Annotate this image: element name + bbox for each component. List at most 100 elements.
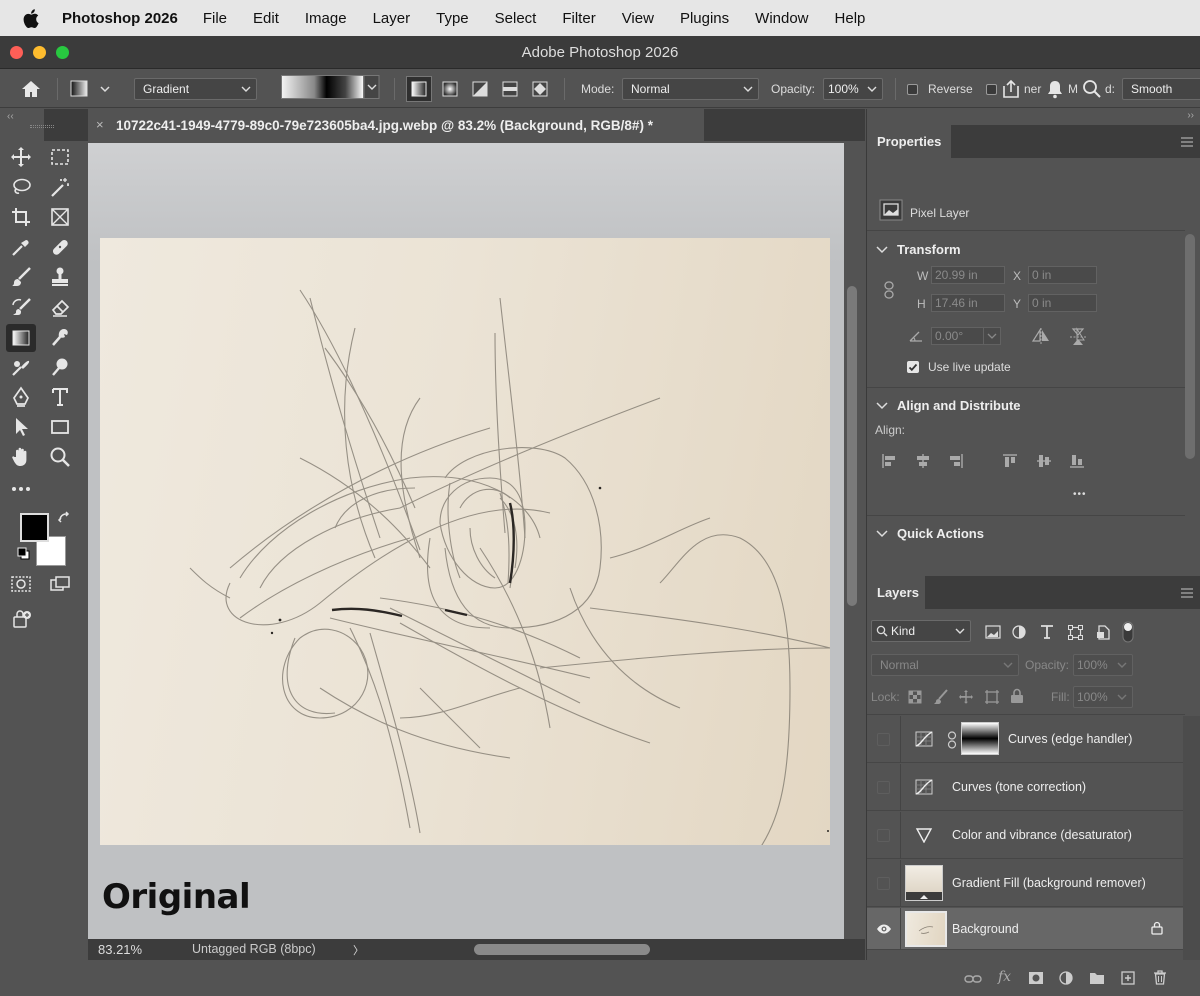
layer-visibility-toggle[interactable] (877, 829, 890, 842)
layers-tab[interactable]: Layers (867, 576, 925, 609)
layer-effects-icon[interactable]: fx (998, 969, 1011, 985)
hand-tool-icon[interactable] (8, 444, 34, 470)
lock-artboard-icon[interactable] (984, 689, 1000, 705)
dither-checkbox-box[interactable] (986, 83, 997, 95)
panel-menu-icon[interactable] (1181, 137, 1193, 147)
y-field[interactable]: 0 in (1028, 294, 1097, 312)
gradient-tool-icon[interactable] (6, 324, 36, 352)
menu-type[interactable]: Type (436, 10, 469, 27)
swap-colors-icon[interactable] (57, 510, 71, 524)
status-menu-arrow[interactable]: 〉 (353, 942, 364, 958)
transform-section-header[interactable]: Transform (875, 242, 961, 257)
menu-image[interactable]: Image (305, 10, 347, 27)
menu-filter[interactable]: Filter (562, 10, 595, 27)
dither-checkbox[interactable] (986, 76, 997, 102)
mask-link-icon[interactable] (947, 731, 957, 749)
align-left-edges-icon[interactable] (881, 453, 897, 469)
lock-image-pixels-icon[interactable] (933, 689, 949, 705)
notification-bell-icon[interactable] (1045, 76, 1065, 102)
eraser-tool-icon[interactable] (47, 294, 73, 320)
type-tool-icon[interactable] (47, 384, 73, 410)
menu-window[interactable]: Window (755, 10, 808, 27)
lock-transparent-pixels-icon[interactable] (908, 690, 922, 704)
healing-brush-tool-icon[interactable] (47, 234, 73, 260)
menu-file[interactable]: File (203, 10, 227, 27)
method-dropdown[interactable]: Smooth (1122, 78, 1200, 100)
align-top-edges-icon[interactable] (1002, 453, 1018, 469)
search-icon[interactable] (1082, 76, 1102, 102)
opacity-field[interactable]: 100% (823, 78, 883, 100)
fill-field[interactable]: 100% (1073, 686, 1133, 708)
magic-wand-tool-icon[interactable] (47, 174, 73, 200)
path-selection-tool-icon[interactable] (8, 414, 34, 440)
layers-scrollbar[interactable] (1183, 716, 1200, 960)
mode-dropdown[interactable]: Normal (622, 78, 759, 100)
lock-position-icon[interactable] (958, 689, 974, 705)
layer-visibility-toggle[interactable] (877, 877, 890, 890)
toolbar-grip[interactable] (30, 125, 54, 128)
menu-plugins[interactable]: Plugins (680, 10, 729, 27)
app-menu[interactable]: Photoshop 2026 (62, 10, 178, 27)
gradient-fill-thumbnail[interactable] (905, 865, 943, 901)
align-right-edges-icon[interactable] (948, 453, 964, 469)
height-field[interactable]: 17.46 in (931, 294, 1005, 312)
apple-icon[interactable] (0, 8, 62, 28)
diamond-gradient-button[interactable] (530, 76, 550, 102)
marquee-tool-icon[interactable] (47, 144, 73, 170)
flip-horizontal-icon[interactable] (1031, 328, 1051, 344)
filter-shape-layers-icon[interactable] (1068, 625, 1083, 640)
rectangle-tool-icon[interactable] (47, 414, 73, 440)
align-vertical-centers-icon[interactable] (1036, 453, 1052, 469)
frame-tool-icon[interactable] (47, 204, 73, 230)
radial-gradient-button[interactable] (440, 76, 460, 102)
angle-field[interactable]: 0.00° (931, 327, 984, 345)
layer-row-gradient-fill[interactable]: Gradient Fill (background remover) (867, 860, 1183, 907)
flip-vertical-icon[interactable] (1070, 327, 1086, 347)
layer-visibility-toggle[interactable] (877, 781, 890, 794)
document-profile[interactable]: Untagged RGB (8bpc) (192, 942, 316, 956)
layer-opacity-field[interactable]: 100% (1073, 654, 1133, 676)
dodge-tool-icon[interactable] (8, 354, 34, 380)
expand-panels-icon[interactable]: ›› (1187, 110, 1194, 121)
filter-adjustment-layers-icon[interactable] (1012, 625, 1026, 639)
live-update-checkbox[interactable] (907, 361, 919, 373)
x-field[interactable]: 0 in (1028, 266, 1097, 284)
zoom-tool-icon[interactable] (47, 444, 73, 470)
lock-icon[interactable] (1151, 921, 1163, 935)
screen-mode-icon[interactable] (47, 571, 73, 597)
vertical-scroll-thumb[interactable] (847, 286, 857, 606)
more-tools-icon[interactable] (8, 476, 34, 502)
menu-layer[interactable]: Layer (373, 10, 411, 27)
tool-preset-picker[interactable] (68, 76, 112, 102)
reverse-checkbox-box[interactable] (907, 83, 918, 95)
crop-tool-icon[interactable] (8, 204, 34, 230)
add-mask-icon[interactable] (1028, 971, 1044, 985)
layer-row-vibrance[interactable]: Color and vibrance (desaturator) (867, 812, 1183, 859)
share-icon[interactable] (1000, 76, 1022, 102)
layer-row-background[interactable]: Background (867, 908, 1183, 950)
home-icon[interactable] (20, 76, 42, 102)
zoom-level[interactable]: 83.21% (98, 942, 142, 957)
more-options-icon[interactable]: ••• (1073, 489, 1087, 500)
link-dimensions-icon[interactable] (883, 281, 895, 299)
angle-dropdown[interactable] (983, 327, 1001, 345)
move-tool-icon[interactable] (8, 144, 34, 170)
lasso-tool-icon[interactable] (8, 174, 34, 200)
angle-gradient-button[interactable] (470, 76, 490, 102)
layer-mask-thumbnail[interactable] (961, 722, 999, 755)
layer-row-curves-tone[interactable]: Curves (tone correction) (867, 764, 1183, 811)
gradient-picker[interactable] (281, 74, 381, 100)
horizontal-scroll-thumb[interactable] (474, 944, 650, 955)
background-layer-thumbnail[interactable] (905, 911, 947, 947)
menu-select[interactable]: Select (495, 10, 537, 27)
history-brush-tool-icon[interactable] (8, 294, 34, 320)
brush-tool-icon[interactable] (8, 264, 34, 290)
reflected-gradient-button[interactable] (500, 76, 520, 102)
collapse-toolbar-icon[interactable]: ‹‹ (7, 111, 14, 122)
filter-smart-objects-icon[interactable] (1096, 625, 1110, 640)
default-colors-icon[interactable] (17, 547, 31, 561)
pen-tool-icon[interactable] (8, 384, 34, 410)
new-layer-icon[interactable] (1121, 971, 1135, 985)
linear-gradient-button[interactable] (406, 76, 432, 102)
document-image[interactable] (100, 238, 830, 845)
